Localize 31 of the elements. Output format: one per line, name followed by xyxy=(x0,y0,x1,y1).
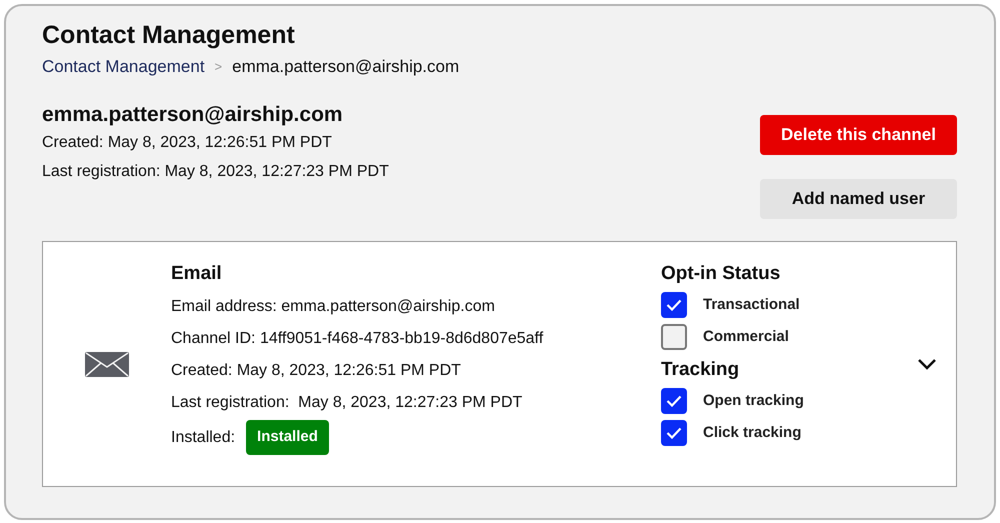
checkbox[interactable] xyxy=(661,388,687,414)
checkbox-label: Transactional xyxy=(703,294,800,315)
checkbox-label: Commercial xyxy=(703,326,789,347)
installed-label: Installed: xyxy=(171,428,236,448)
delete-button[interactable]: Delete this channel xyxy=(760,115,957,155)
breadcrumb-link[interactable]: Contact Management xyxy=(42,56,205,78)
envelope-icon xyxy=(85,352,129,376)
checkmark-icon xyxy=(666,427,682,439)
card-title: Email xyxy=(171,262,222,286)
card-detail: Email address: emma.patterson@airship.com xyxy=(171,297,495,317)
installed-badge: Installed xyxy=(246,420,329,455)
card-detail: Channel ID: 14ff9051-f468-4783-bb19-8d6d807e5aff xyxy=(171,329,544,349)
chevron-down-icon[interactable] xyxy=(917,358,937,370)
card-detail: Last registration: May 8, 2023, 12:27:23 PM PDT xyxy=(171,393,522,413)
card-detail: Created: May 8, 2023, 12:26:51 PM PDT xyxy=(171,361,461,381)
breadcrumb-separator: > xyxy=(214,58,222,76)
checkbox[interactable] xyxy=(661,324,687,350)
checkbox-label: Open tracking xyxy=(703,390,804,411)
checkbox[interactable] xyxy=(661,292,687,318)
group-heading: Opt-in Status xyxy=(661,262,780,286)
page-title: Contact Management xyxy=(42,20,295,50)
checkmark-icon xyxy=(666,395,682,407)
channel-heading: emma.patterson@airship.com xyxy=(42,102,343,128)
channel-detail: Created: May 8, 2023, 12:26:51 PM PDT xyxy=(42,133,332,153)
breadcrumb-current: emma.patterson@airship.com xyxy=(232,56,460,78)
checkmark-icon xyxy=(666,299,682,311)
checkbox[interactable] xyxy=(661,420,687,446)
add-user-button[interactable]: Add named user xyxy=(760,179,957,219)
channel-detail: Last registration: May 8, 2023, 12:27:23 PM PDT xyxy=(42,162,389,182)
group-heading: Tracking xyxy=(661,358,740,382)
checkbox-label: Click tracking xyxy=(703,422,802,443)
